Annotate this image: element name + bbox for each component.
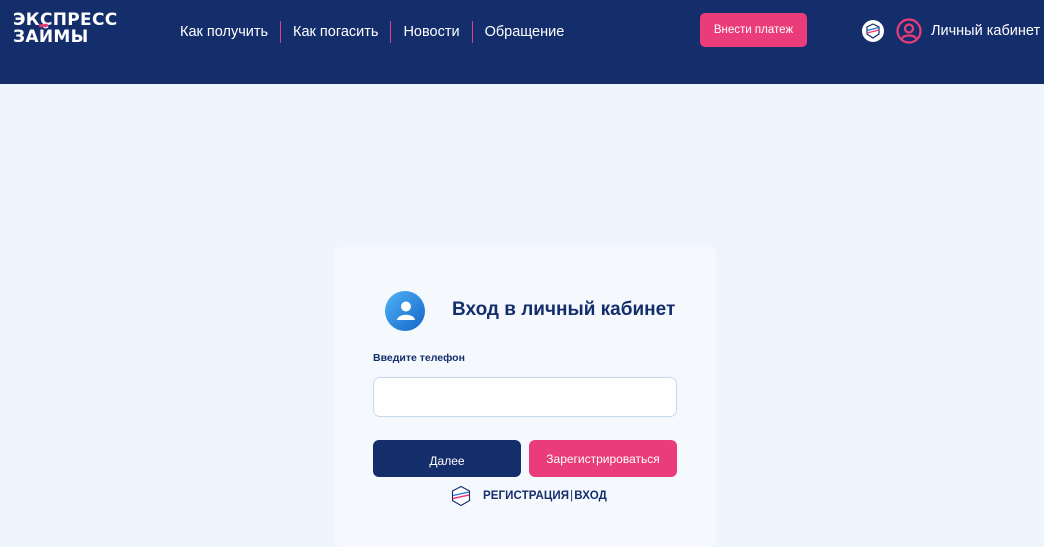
phone-input[interactable] bbox=[373, 377, 677, 417]
gosuslugi-icon[interactable] bbox=[862, 20, 884, 42]
nav-item-contact[interactable]: Обращение bbox=[485, 22, 565, 42]
nav-item-how-to-repay[interactable]: Как погасить bbox=[293, 22, 378, 42]
personal-cabinet-label: Личный кабинет bbox=[931, 23, 1041, 39]
gosuslugi-link-separator: | bbox=[570, 490, 574, 502]
personal-cabinet-link[interactable]: Личный кабинет bbox=[896, 18, 1040, 44]
gosuslugi-icon[interactable] bbox=[450, 485, 472, 507]
gosuslugi-register-link[interactable]: РЕГИСТРАЦИЯ bbox=[483, 490, 569, 502]
logo[interactable]: ЭКСПРЕСС ЗАЙМЫ bbox=[13, 12, 118, 46]
user-circle-icon bbox=[896, 18, 922, 44]
register-button[interactable]: Зарегистрироваться bbox=[529, 440, 677, 477]
nav-divider bbox=[471, 21, 473, 43]
phone-label: Введите телефон bbox=[373, 352, 465, 364]
main-nav: Как получить Как погасить Новости Обраще… bbox=[180, 21, 565, 43]
nav-divider bbox=[280, 21, 282, 43]
login-card: Вход в личный кабинет Введите телефон Да… bbox=[334, 247, 716, 547]
login-title: Вход в личный кабинет bbox=[452, 299, 676, 320]
next-button[interactable]: Далее bbox=[373, 440, 521, 477]
nav-divider bbox=[390, 21, 392, 43]
gosuslugi-auth-links: РЕГИСТРАЦИЯ|ВХОД bbox=[483, 490, 607, 502]
site-header: ЭКСПРЕСС ЗАЙМЫ Как получить Как погасить… bbox=[0, 0, 1044, 84]
nav-item-how-to-get[interactable]: Как получить bbox=[180, 22, 268, 42]
logo-line-2: ЗАЙМЫ bbox=[13, 27, 89, 47]
user-avatar-icon bbox=[385, 291, 425, 331]
nav-item-news[interactable]: Новости bbox=[403, 22, 459, 42]
make-payment-button[interactable]: Внести платеж bbox=[700, 13, 807, 47]
gosuslugi-auth-row: РЕГИСТРАЦИЯ|ВХОД bbox=[450, 485, 607, 507]
gosuslugi-login-link[interactable]: ВХОД bbox=[574, 490, 607, 502]
